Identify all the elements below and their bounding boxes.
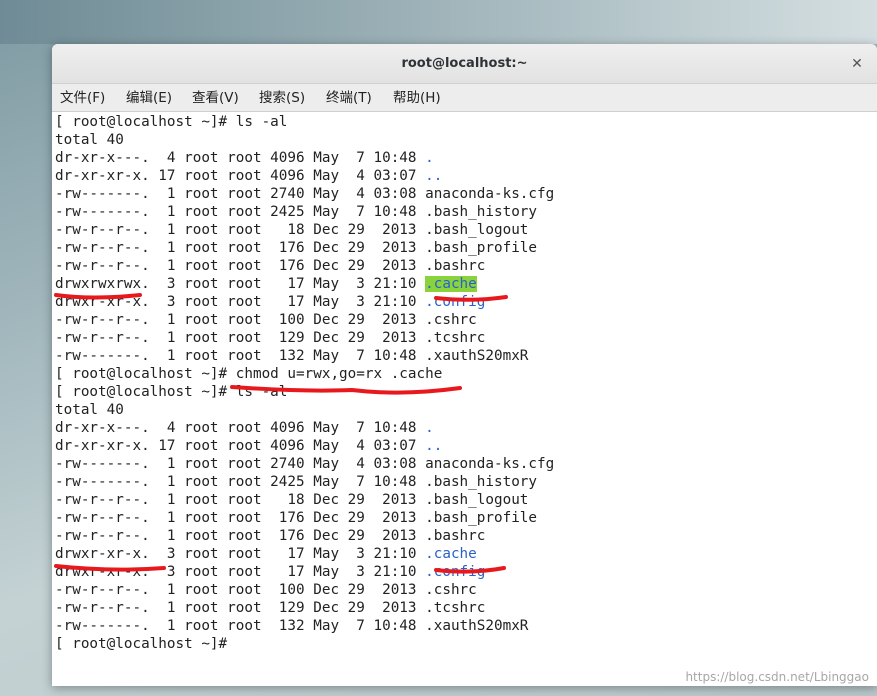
- terminal-line: -rw-r--r--. 1 root root 176 Dec 29 2013 …: [55, 527, 554, 545]
- terminal-line: -rw-r--r--. 1 root root 176 Dec 29 2013 …: [55, 509, 554, 527]
- terminal-line: dr-xr-xr-x. 17 root root 4096 May 4 03:0…: [55, 437, 554, 455]
- terminal-line: -rw-r--r--. 1 root root 176 Dec 29 2013 …: [55, 257, 554, 275]
- terminal-line: -rw-r--r--. 1 root root 100 Dec 29 2013 …: [55, 311, 554, 329]
- terminal-line: drwxrwxrwx. 3 root root 17 May 3 21:10 .…: [55, 275, 554, 293]
- terminal-line: [ root@localhost ~]# ls -al: [55, 383, 554, 401]
- file-name: .bash_history: [425, 204, 538, 220]
- window-title: root@localhost:~: [401, 56, 528, 71]
- terminal-line: -rw-------. 1 root root 2425 May 7 10:48…: [55, 203, 554, 221]
- file-name: .bash_logout: [425, 222, 529, 238]
- line-text: dr-xr-x---. 4 root root 4096 May 7 10:48: [55, 420, 426, 436]
- line-text: -rw-r--r--. 1 root root 129 Dec 29 2013: [55, 600, 426, 616]
- file-name: anaconda-ks.cfg: [425, 456, 555, 472]
- terminal-window: root@localhost:~ ✕ 文件(F) 编辑(E) 查看(V) 搜索(…: [52, 44, 877, 686]
- line-text: total 40: [55, 402, 124, 418]
- terminal-line: drwxr-xr-x. 3 root root 17 May 3 21:10 .…: [55, 563, 554, 581]
- menu-terminal[interactable]: 终端(T): [326, 88, 372, 108]
- line-text: -rw-------. 1 root root 132 May 7 10:48: [55, 348, 426, 364]
- file-name: ..: [425, 438, 443, 454]
- file-name: .tcshrc: [425, 600, 486, 616]
- line-text: dr-xr-xr-x. 17 root root 4096 May 4 03:0…: [55, 168, 426, 184]
- close-icon[interactable]: ✕: [847, 54, 867, 74]
- line-text: [ root@localhost ~]# ls -al: [55, 114, 288, 130]
- terminal-line: -rw-------. 1 root root 132 May 7 10:48 …: [55, 617, 554, 635]
- line-text: drwxr-xr-x. 3 root root 17 May 3 21:10: [55, 564, 426, 580]
- line-text: -rw-r--r--. 1 root root 176 Dec 29 2013: [55, 510, 426, 526]
- line-text: -rw-------. 1 root root 132 May 7 10:48: [55, 618, 426, 634]
- line-text: -rw-r--r--. 1 root root 176 Dec 29 2013: [55, 258, 426, 274]
- file-name: .bash_history: [425, 474, 538, 490]
- line-text: -rw-r--r--. 1 root root 176 Dec 29 2013: [55, 240, 426, 256]
- file-name: .cache: [425, 546, 477, 562]
- terminal-line: drwxr-xr-x. 3 root root 17 May 3 21:10 .…: [55, 293, 554, 311]
- terminal-line: -rw-------. 1 root root 2740 May 4 03:08…: [55, 455, 554, 473]
- line-text: -rw-r--r--. 1 root root 129 Dec 29 2013: [55, 330, 426, 346]
- terminal-line: -rw-r--r--. 1 root root 18 Dec 29 2013 .…: [55, 491, 554, 509]
- terminal-line: -rw-------. 1 root root 2425 May 7 10:48…: [55, 473, 554, 491]
- line-text: -rw-r--r--. 1 root root 18 Dec 29 2013: [55, 492, 426, 508]
- terminal-line: -rw-r--r--. 1 root root 129 Dec 29 2013 …: [55, 329, 554, 347]
- terminal-line: dr-xr-x---. 4 root root 4096 May 7 10:48…: [55, 419, 554, 437]
- file-name: .config: [425, 294, 486, 310]
- line-text: total 40: [55, 132, 124, 148]
- watermark: https://blog.csdn.net/Lbinggao: [685, 670, 869, 684]
- line-text: [ root@localhost ~]# chmod u=rwx,go=rx .…: [55, 366, 443, 382]
- menu-help[interactable]: 帮助(H): [393, 88, 441, 108]
- file-name: .bash_profile: [425, 240, 538, 256]
- file-name: .bash_logout: [425, 492, 529, 508]
- terminal-line: -rw-------. 1 root root 132 May 7 10:48 …: [55, 347, 554, 365]
- terminal-lines: [ root@localhost ~]# ls -al total 40 dr-xr…: [55, 113, 554, 653]
- file-name: .cshrc: [425, 582, 477, 598]
- line-text: -rw-r--r--. 1 root root 18 Dec 29 2013: [55, 222, 426, 238]
- line-text: -rw-------. 1 root root 2425 May 7 10:48: [55, 474, 426, 490]
- terminal-line: -rw-r--r--. 1 root root 18 Dec 29 2013 .…: [55, 221, 554, 239]
- terminal-line: [ root@localhost ~]#: [55, 635, 554, 653]
- line-text: drwxr-xr-x. 3 root root 17 May 3 21:10: [55, 546, 426, 562]
- terminal-line: -rw-r--r--. 1 root root 100 Dec 29 2013 …: [55, 581, 554, 599]
- terminal-line: -rw-------. 1 root root 2740 May 4 03:08…: [55, 185, 554, 203]
- line-text: -rw-------. 1 root root 2740 May 4 03:08: [55, 186, 426, 202]
- line-text: [ root@localhost ~]# ls -al: [55, 384, 288, 400]
- file-name: .xauthS20mxR: [425, 618, 529, 634]
- file-name: .: [425, 420, 434, 436]
- line-text: -rw-------. 1 root root 2425 May 7 10:48: [55, 204, 426, 220]
- line-text: -rw-r--r--. 1 root root 176 Dec 29 2013: [55, 528, 426, 544]
- line-text: -rw-------. 1 root root 2740 May 4 03:08: [55, 456, 426, 472]
- line-text: drwxrwxrwx. 3 root root 17 May 3 21:10: [55, 276, 426, 292]
- file-name: .xauthS20mxR: [425, 348, 529, 364]
- terminal-line: [ root@localhost ~]# ls -al: [55, 113, 554, 131]
- menu-bar: 文件(F) 编辑(E) 查看(V) 搜索(S) 终端(T) 帮助(H): [52, 84, 877, 112]
- file-name: anaconda-ks.cfg: [425, 186, 555, 202]
- desktop-background: [0, 0, 877, 44]
- line-text: -rw-r--r--. 1 root root 100 Dec 29 2013: [55, 582, 426, 598]
- file-name: .cache: [425, 276, 477, 292]
- terminal-line: total 40: [55, 401, 554, 419]
- menu-view[interactable]: 查看(V): [192, 88, 239, 108]
- terminal-line: total 40: [55, 131, 554, 149]
- menu-file[interactable]: 文件(F): [60, 88, 105, 108]
- title-bar[interactable]: root@localhost:~ ✕: [52, 44, 877, 84]
- line-text: drwxr-xr-x. 3 root root 17 May 3 21:10: [55, 294, 426, 310]
- terminal-line: -rw-r--r--. 1 root root 129 Dec 29 2013 …: [55, 599, 554, 617]
- terminal-output[interactable]: [ root@localhost ~]# ls -al total 40 dr-xr…: [52, 112, 877, 686]
- menu-search[interactable]: 搜索(S): [259, 88, 305, 108]
- terminal-line: dr-xr-x---. 4 root root 4096 May 7 10:48…: [55, 149, 554, 167]
- file-name: .: [425, 150, 434, 166]
- terminal-line: -rw-r--r--. 1 root root 176 Dec 29 2013 …: [55, 239, 554, 257]
- line-text: dr-xr-xr-x. 17 root root 4096 May 4 03:0…: [55, 438, 426, 454]
- terminal-line: dr-xr-xr-x. 17 root root 4096 May 4 03:0…: [55, 167, 554, 185]
- terminal-line: [ root@localhost ~]# chmod u=rwx,go=rx .…: [55, 365, 554, 383]
- line-text: [ root@localhost ~]#: [55, 636, 236, 652]
- menu-edit[interactable]: 编辑(E): [126, 88, 172, 108]
- file-name: .bashrc: [425, 258, 486, 274]
- file-name: .bashrc: [425, 528, 486, 544]
- file-name: ..: [425, 168, 443, 184]
- file-name: .tcshrc: [425, 330, 486, 346]
- line-text: dr-xr-x---. 4 root root 4096 May 7 10:48: [55, 150, 426, 166]
- file-name: .bash_profile: [425, 510, 538, 526]
- terminal-line: drwxr-xr-x. 3 root root 17 May 3 21:10 .…: [55, 545, 554, 563]
- line-text: -rw-r--r--. 1 root root 100 Dec 29 2013: [55, 312, 426, 328]
- file-name: .config: [425, 564, 486, 580]
- file-name: .cshrc: [425, 312, 477, 328]
